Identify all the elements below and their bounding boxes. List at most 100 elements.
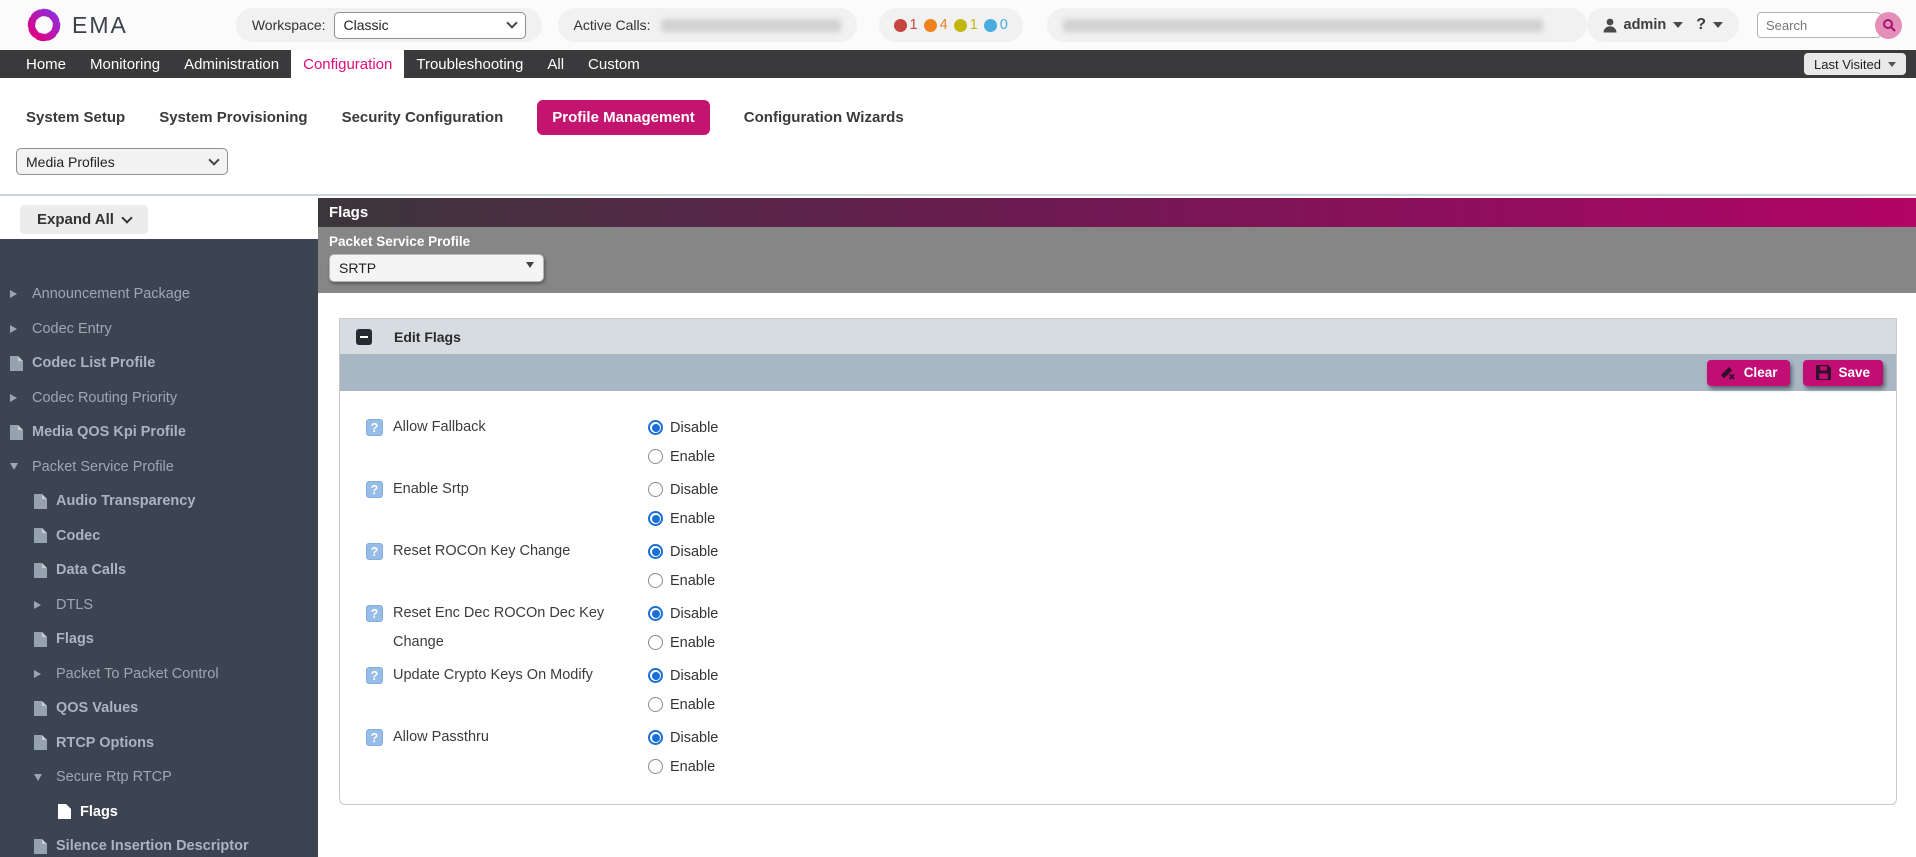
help-icon[interactable]: ? xyxy=(366,605,383,622)
clear-pencil-icon xyxy=(1720,365,1737,380)
page-title: Flags xyxy=(318,198,1916,227)
radio-option-enable[interactable]: Enable xyxy=(648,566,718,595)
radio-option-enable[interactable]: Enable xyxy=(648,752,718,781)
radio-option-disable[interactable]: Disable xyxy=(648,537,718,566)
caret-right-icon[interactable] xyxy=(34,670,41,678)
caret-right-icon[interactable] xyxy=(10,325,17,333)
clear-button[interactable]: Clear xyxy=(1707,360,1791,386)
caret-right-icon[interactable] xyxy=(10,394,17,402)
help-icon[interactable]: ? xyxy=(366,419,383,436)
nav-item-all[interactable]: All xyxy=(535,50,576,78)
nav-item-configuration[interactable]: Configuration xyxy=(291,50,404,78)
radio-enable[interactable] xyxy=(648,697,663,712)
nav-item-administration[interactable]: Administration xyxy=(172,50,291,78)
packet-service-profile-value: SRTP xyxy=(339,260,376,276)
radio-option-disable[interactable]: Disable xyxy=(648,599,718,628)
alarm-dot-info xyxy=(984,19,997,32)
help-icon[interactable]: ? xyxy=(366,481,383,498)
tree-item-data-calls[interactable]: Data Calls xyxy=(0,553,318,588)
radio-option-disable[interactable]: Disable xyxy=(648,475,718,504)
caret-right-icon[interactable] xyxy=(34,601,41,609)
radio-option-enable[interactable]: Enable xyxy=(648,504,718,533)
tree-item-label: Codec Routing Priority xyxy=(32,390,177,406)
radio-enable[interactable] xyxy=(648,511,663,526)
tree-item-rtcp-options[interactable]: RTCP Options xyxy=(0,726,318,761)
tree-item-media-qos-kpi-profile[interactable]: Media QOS Kpi Profile xyxy=(0,415,318,450)
tree-item-qos-values[interactable]: QOS Values xyxy=(0,691,318,726)
search-input[interactable] xyxy=(1757,12,1881,38)
collapse-icon[interactable] xyxy=(356,329,372,345)
alarm-critical[interactable]: 1 xyxy=(894,17,918,33)
subnav-item-configuration-wizards[interactable]: Configuration Wizards xyxy=(744,109,904,126)
tree-item-label: Packet To Packet Control xyxy=(56,666,219,682)
tree-item-codec-routing-priority[interactable]: Codec Routing Priority xyxy=(0,381,318,416)
caret-down-icon[interactable] xyxy=(10,463,18,470)
help-icon[interactable]: ? xyxy=(366,729,383,746)
help-icon[interactable]: ? xyxy=(366,667,383,684)
radio-disable[interactable] xyxy=(648,544,663,559)
tree-item-codec-entry[interactable]: Codec Entry xyxy=(0,312,318,347)
user-menu[interactable]: admin ? xyxy=(1587,8,1739,42)
nav-item-home[interactable]: Home xyxy=(14,50,78,78)
edit-flags-header: Edit Flags xyxy=(340,319,1896,354)
nav-item-troubleshooting[interactable]: Troubleshooting xyxy=(404,50,535,78)
tree-item-label: Codec List Profile xyxy=(32,355,155,371)
tree-item-silence-insertion-descriptor[interactable]: Silence Insertion Descriptor xyxy=(0,829,318,857)
tree-item-secure-rtp-rtcp[interactable]: Secure Rtp RTCP xyxy=(0,760,318,795)
content-area: Flags Packet Service Profile SRTP Edit F… xyxy=(318,198,1916,805)
main-area: Expand All Announcement PackageCodec Ent… xyxy=(0,194,1916,857)
search-button[interactable] xyxy=(1875,12,1902,39)
nav-item-monitoring[interactable]: Monitoring xyxy=(78,50,172,78)
alarm-major[interactable]: 4 xyxy=(924,17,948,33)
caret-down-icon[interactable] xyxy=(34,774,42,781)
packet-service-profile-select[interactable]: SRTP xyxy=(329,254,544,282)
tree-item-announcement-package[interactable]: Announcement Package xyxy=(0,277,318,312)
radio-enable[interactable] xyxy=(648,573,663,588)
radio-option-enable[interactable]: Enable xyxy=(648,690,718,719)
alarm-minor[interactable]: 1 xyxy=(954,17,978,33)
active-calls-label: Active Calls: xyxy=(574,17,651,33)
tree-item-flags[interactable]: Flags xyxy=(0,795,318,830)
workspace-select[interactable]: Classic xyxy=(334,12,526,39)
tree-item-flags[interactable]: Flags xyxy=(0,622,318,657)
help-menu[interactable]: ? xyxy=(1696,16,1706,34)
subnav-item-system-setup[interactable]: System Setup xyxy=(26,109,125,126)
tree-item-packet-service-profile[interactable]: Packet Service Profile xyxy=(0,450,318,485)
user-icon xyxy=(1603,18,1617,33)
tree-item-codec[interactable]: Codec xyxy=(0,519,318,554)
save-button[interactable]: Save xyxy=(1803,360,1883,386)
tree-item-audio-transparency[interactable]: Audio Transparency xyxy=(0,484,318,519)
radio-disable[interactable] xyxy=(648,482,663,497)
radio-option-disable[interactable]: Disable xyxy=(648,723,718,752)
subnav-item-security-configuration[interactable]: Security Configuration xyxy=(342,109,504,126)
search-group xyxy=(1757,12,1902,39)
edit-flags-panel: Edit Flags Clear Save xyxy=(339,318,1897,805)
radio-disable[interactable] xyxy=(648,730,663,745)
radio-disable[interactable] xyxy=(648,606,663,621)
radio-enable[interactable] xyxy=(648,449,663,464)
sub-nav: System Setup System Provisioning Security … xyxy=(0,78,1916,142)
help-icon[interactable]: ? xyxy=(366,543,383,560)
subnav-item-system-provisioning[interactable]: System Provisioning xyxy=(159,109,307,126)
radio-enable[interactable] xyxy=(648,759,663,774)
tree-item-codec-list-profile[interactable]: Codec List Profile xyxy=(0,346,318,381)
help-caret-icon xyxy=(1713,22,1723,28)
last-visited-button[interactable]: Last Visited xyxy=(1804,53,1906,75)
tree-item-dtls[interactable]: DTLS xyxy=(0,588,318,623)
radio-option-disable[interactable]: Disable xyxy=(648,413,718,442)
radio-option-enable[interactable]: Enable xyxy=(648,628,718,657)
tree-item-packet-to-packet-control[interactable]: Packet To Packet Control xyxy=(0,657,318,692)
radio-enable[interactable] xyxy=(648,635,663,650)
radio-disable[interactable] xyxy=(648,668,663,683)
alarm-info[interactable]: 0 xyxy=(984,17,1008,33)
expand-all-button[interactable]: Expand All xyxy=(20,205,148,234)
category-select[interactable]: Media Profiles xyxy=(16,148,228,175)
subnav-item-profile-management[interactable]: Profile Management xyxy=(537,100,710,135)
radio-option-enable[interactable]: Enable xyxy=(648,442,718,471)
save-button-label: Save xyxy=(1838,365,1870,380)
caret-right-icon[interactable] xyxy=(10,290,17,298)
nav-item-custom[interactable]: Custom xyxy=(576,50,652,78)
radio-group: DisableEnable xyxy=(648,413,718,471)
radio-disable[interactable] xyxy=(648,420,663,435)
radio-option-disable[interactable]: Disable xyxy=(648,661,718,690)
